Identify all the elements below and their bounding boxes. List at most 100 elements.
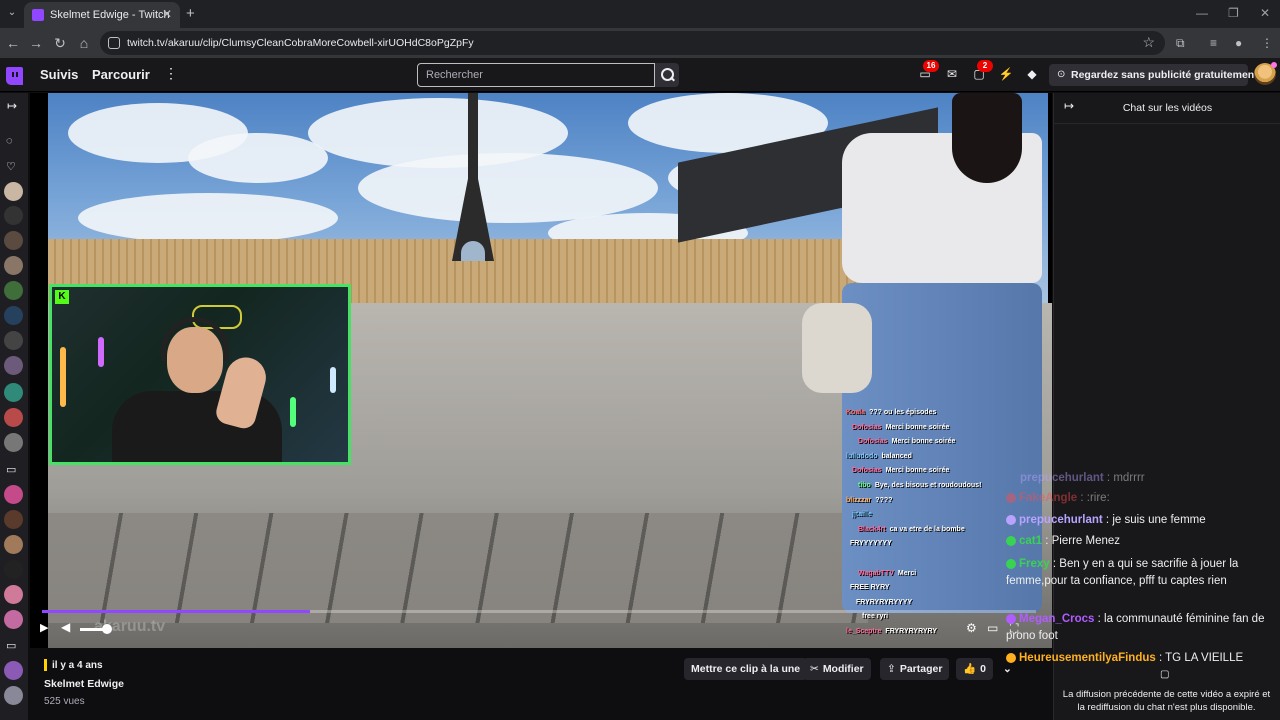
bookmark-star-icon[interactable]: ☆ — [1142, 34, 1155, 51]
volume-knob[interactable] — [102, 624, 112, 634]
sidebar-channel-avatar[interactable] — [4, 610, 23, 629]
chat-separator: : — [1094, 613, 1105, 625]
sidebar-channel-avatar[interactable] — [4, 535, 23, 554]
feature-clip-button[interactable]: Mettre ce clip à la une — [684, 658, 808, 680]
volume-icon[interactable]: ◀ — [61, 620, 70, 634]
adfree-button[interactable]: ⊙ Regardez sans publicité gratuitement — [1049, 64, 1258, 86]
inbox-icon[interactable]: ✉ — [944, 67, 960, 81]
home-icon[interactable]: ⌂ — [76, 35, 92, 51]
edit-button[interactable]: ✂ Modifier — [803, 658, 871, 680]
site-info-icon[interactable] — [108, 37, 120, 49]
sidebar-channel-avatar[interactable] — [4, 182, 23, 201]
sidebar-channel-avatar[interactable] — [4, 356, 23, 375]
chat-separator: : — [1049, 558, 1060, 570]
sidebar-channel-avatar[interactable] — [4, 661, 23, 680]
chat-username[interactable]: Megan_Crocs — [1019, 613, 1094, 625]
sidebar-channel-avatar[interactable] — [4, 256, 23, 275]
sidebar-channel-avatar[interactable] — [4, 585, 23, 604]
sidebar-channel-avatar[interactable] — [4, 433, 23, 452]
overlay-chat-line: lulludodo balanced — [846, 453, 1046, 465]
overlay-chat-user: WagabTTV — [858, 569, 894, 577]
chat-separator: : — [1077, 492, 1087, 504]
chat-username[interactable]: prepucehurlant — [1019, 514, 1103, 526]
overlay-chat-text: Merci — [897, 569, 917, 577]
new-tab-icon[interactable]: + — [186, 5, 195, 22]
inventory-icon[interactable]: ▭ 16 — [917, 60, 939, 81]
overlay-chat-line: Koala??? ou les épisodes — [846, 409, 1046, 421]
chat-separator: : — [1102, 514, 1113, 526]
back-icon[interactable]: ← — [5, 35, 21, 51]
browser-menu-icon[interactable]: ⋮ — [1261, 36, 1273, 50]
overlay-chat-text: FRYRYRYRYYYY — [856, 598, 913, 606]
media-icon[interactable]: ≡ — [1210, 36, 1217, 50]
address-bar[interactable]: twitch.tv/akaruu/clip/ClumsyCleanCobraMo… — [100, 31, 1165, 55]
more-options-icon[interactable]: ⋮ — [164, 65, 178, 82]
videos-icon[interactable]: ▭ — [6, 639, 16, 652]
forward-icon[interactable]: → — [28, 35, 44, 51]
side-rail: ↦ ◌ ♡ ▭ ▭ — [0, 93, 28, 720]
recommended-icon[interactable]: ◌ — [6, 135, 13, 147]
expand-sidebar-icon[interactable]: ↦ — [7, 99, 17, 113]
kick-logo: K — [55, 290, 69, 304]
close-window-icon[interactable]: ✕ — [1260, 6, 1270, 20]
close-tab-icon[interactable]: ✕ — [162, 7, 172, 21]
reload-icon[interactable]: ↻ — [52, 35, 68, 52]
sidebar-channel-avatar[interactable] — [4, 383, 23, 402]
sidebar-channel-avatar[interactable] — [4, 206, 23, 225]
sidebar-channel-avatar[interactable] — [4, 408, 23, 427]
scissors-icon: ✂ — [810, 663, 819, 675]
notifications-icon[interactable]: ▢ 2 — [971, 60, 993, 81]
streamer-webcam: K — [49, 284, 351, 465]
url-text[interactable]: twitch.tv/akaruu/clip/ClumsyCleanCobraMo… — [127, 37, 474, 49]
videos-icon[interactable]: ▭ — [6, 463, 16, 476]
overlay-chat-text: free ryri — [862, 613, 889, 621]
progress-bar[interactable] — [42, 610, 1036, 613]
sidebar-channel-avatar[interactable] — [4, 686, 23, 705]
overlay-chat-text: balanced — [881, 452, 912, 460]
browser-tab[interactable]: Skelmet Edwige - Twitch ✕ — [24, 2, 180, 28]
bits-icon[interactable]: ◆ — [1024, 67, 1040, 81]
twitch-logo-icon[interactable] — [6, 67, 23, 85]
profile-icon[interactable]: ● — [1235, 36, 1242, 50]
chat-username[interactable]: prepucehurlant — [1020, 472, 1104, 484]
play-icon[interactable]: ▶ — [40, 621, 48, 634]
chat-separator: : — [1103, 472, 1114, 484]
share-button[interactable]: ⇪ Partager — [880, 658, 950, 680]
sidebar-channel-avatar[interactable] — [4, 331, 23, 350]
volume-slider[interactable] — [80, 624, 112, 634]
chat-heading: Chat sur les vidéos — [1122, 102, 1213, 114]
chat-username[interactable]: FakeAngle — [1019, 492, 1077, 504]
chat-username[interactable]: HeureusementilyaFindus — [1019, 652, 1156, 664]
maximize-icon[interactable]: ❐ — [1228, 6, 1239, 20]
chat-messages: prepucehurlant : mdrrrr FakeAngle : :rire… — [954, 470, 1274, 680]
chat-text: Pierre Menez — [1051, 535, 1121, 547]
sidebar-channel-avatar[interactable] — [4, 281, 23, 300]
room-light — [98, 337, 104, 367]
chat-unavailable-note: La diffusion précédente de cette vidéo a… — [1062, 689, 1271, 713]
video-player[interactable]: K Koala??? ou les épisodes Dofosias Merci … — [30, 93, 1052, 648]
sidebar-channel-avatar[interactable] — [4, 485, 23, 504]
chat-username[interactable]: cat1 — [1019, 535, 1042, 547]
nav-browse[interactable]: Parcourir — [92, 67, 150, 82]
chat-message: Megan_Crocs : la communauté féminine fan… — [1006, 611, 1280, 645]
user-avatar[interactable] — [1254, 62, 1277, 85]
tab-search-icon[interactable]: ⌄ — [4, 5, 20, 21]
sidebar-channel-avatar[interactable] — [4, 231, 23, 250]
extensions-icon[interactable]: ⧉ — [1176, 36, 1185, 51]
minimize-icon[interactable]: — — [1196, 6, 1208, 20]
nav-following[interactable]: Suivis — [40, 67, 78, 82]
search-button[interactable] — [655, 63, 679, 87]
sidebar-channel-avatar[interactable] — [4, 560, 23, 579]
user-badge-icon — [1006, 558, 1016, 569]
overlay-chat-text: Merci bonne soirée — [891, 438, 956, 446]
chat-message: HeureusementilyaFindus : TG LA VIEILLE — [1006, 650, 1280, 667]
sidebar-channel-avatar[interactable] — [4, 510, 23, 529]
chat-username[interactable]: Frexy — [1019, 558, 1050, 570]
sidebar-channel-avatar[interactable] — [4, 306, 23, 325]
video-boardwalk — [48, 513, 868, 623]
prime-gaming-icon[interactable]: ⚡ — [998, 67, 1014, 81]
followed-heart-icon[interactable]: ♡ — [6, 160, 16, 173]
view-count: 525 vues — [44, 696, 85, 707]
chat-text: mdrrrr — [1113, 472, 1145, 484]
search-input[interactable] — [417, 63, 655, 87]
